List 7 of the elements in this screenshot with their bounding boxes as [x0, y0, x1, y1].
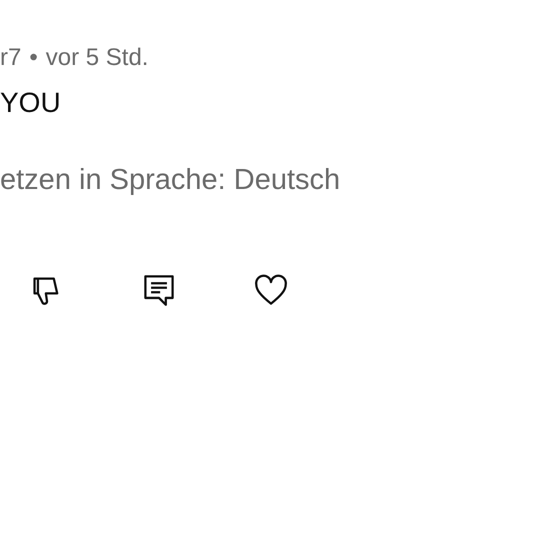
timestamp: vor 5 Std.: [46, 44, 148, 72]
comment-text: YOU: [0, 87, 62, 119]
heart-icon[interactable]: [254, 273, 288, 307]
separator-dot: •: [29, 44, 38, 72]
author-name[interactable]: r7: [0, 44, 22, 72]
comment-icon[interactable]: [142, 273, 176, 307]
translate-link[interactable]: etzen in Sprache: Deutsch: [0, 163, 560, 197]
